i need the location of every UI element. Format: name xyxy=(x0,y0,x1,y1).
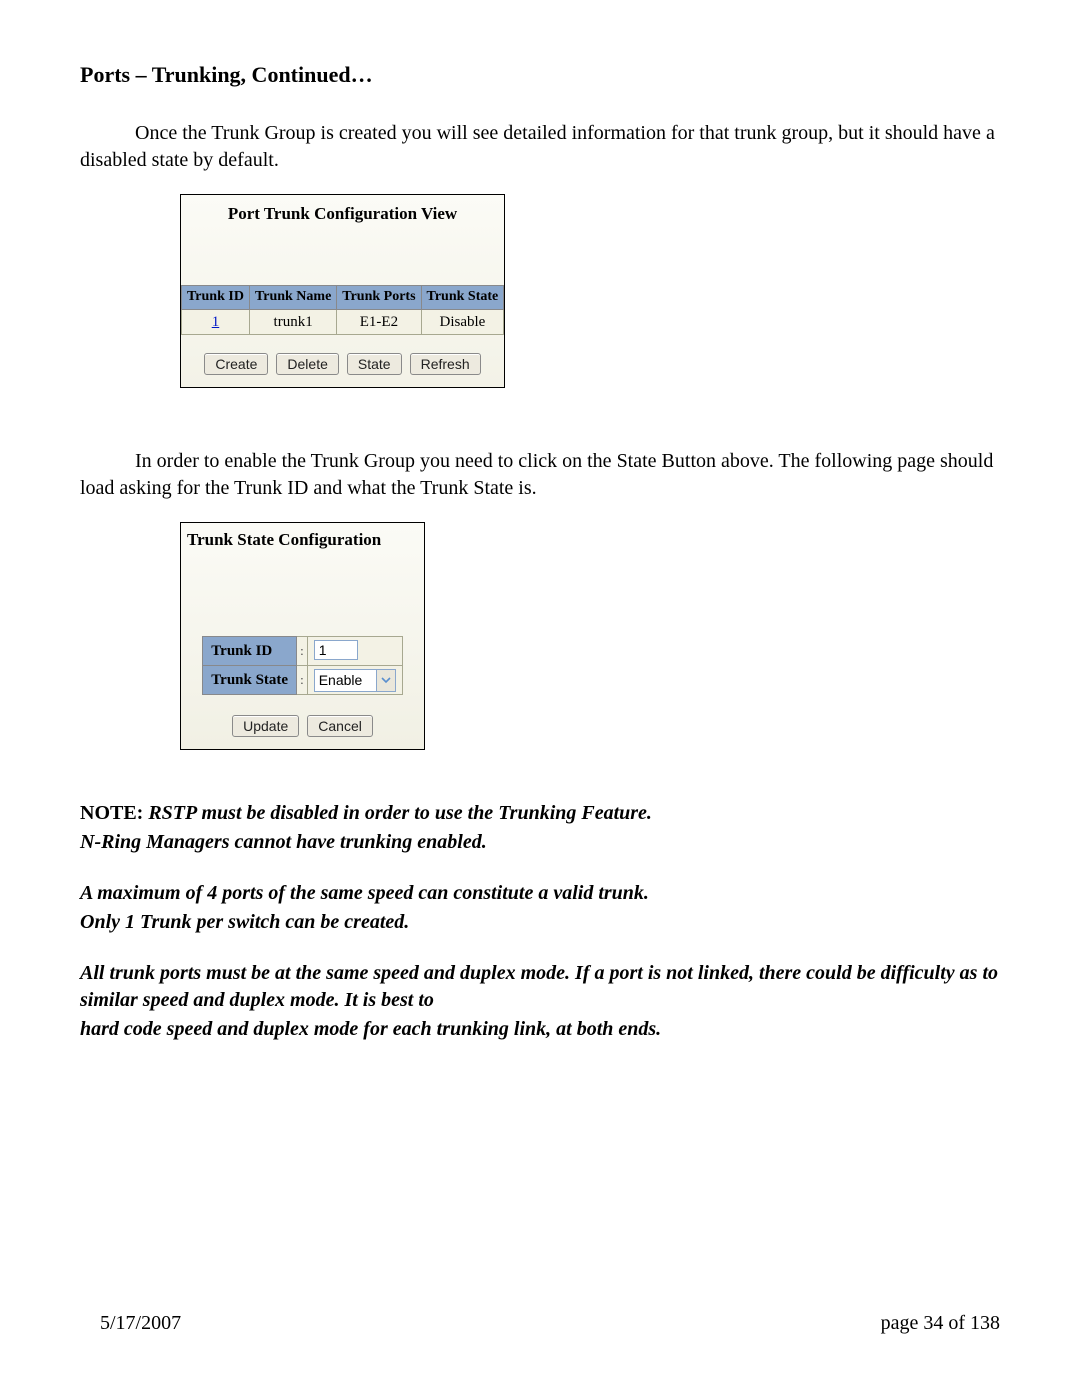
intro-paragraph-1: Once the Trunk Group is created you will… xyxy=(80,120,1000,174)
update-button[interactable]: Update xyxy=(232,715,299,737)
colon: : xyxy=(297,636,308,665)
state-button[interactable]: State xyxy=(347,353,402,375)
cancel-button[interactable]: Cancel xyxy=(307,715,373,737)
refresh-button[interactable]: Refresh xyxy=(410,353,481,375)
chevron-down-icon[interactable] xyxy=(376,669,396,692)
cell-trunk-ports: E1-E2 xyxy=(337,309,421,334)
label-trunk-id: Trunk ID xyxy=(203,636,297,665)
note-line3: A maximum of 4 ports of the same speed c… xyxy=(80,880,1000,907)
trunk-state-config-panel: Trunk State Configuration Trunk ID : Tru… xyxy=(180,522,425,750)
col-trunk-ports: Trunk Ports xyxy=(337,285,421,309)
panel1-title: Port Trunk Configuration View xyxy=(181,195,504,230)
panel2-title: Trunk State Configuration xyxy=(181,523,424,556)
note-label: NOTE: xyxy=(80,802,148,824)
create-button[interactable]: Create xyxy=(204,353,268,375)
col-trunk-state: Trunk State xyxy=(421,285,504,309)
note-line4: Only 1 Trunk per switch can be created. xyxy=(80,909,1000,936)
colon: : xyxy=(297,665,308,694)
col-trunk-id: Trunk ID xyxy=(182,285,250,309)
trunk-state-select[interactable]: Enable xyxy=(314,669,376,692)
note-line6: hard code speed and duplex mode for each… xyxy=(80,1016,1000,1043)
cell-trunk-name: trunk1 xyxy=(249,309,336,334)
note-line5: All trunk ports must be at the same spee… xyxy=(80,960,1000,1014)
intro-paragraph-2: In order to enable the Trunk Group you n… xyxy=(80,448,1000,502)
trunk-id-input[interactable] xyxy=(314,640,358,660)
footer-date: 5/17/2007 xyxy=(100,1310,181,1337)
footer-page: page 34 of 138 xyxy=(881,1310,1000,1337)
cell-trunk-state: Disable xyxy=(421,309,504,334)
port-trunk-config-panel: Port Trunk Configuration View Trunk ID T… xyxy=(180,194,505,388)
trunk-table: Trunk ID Trunk Name Trunk Ports Trunk St… xyxy=(181,285,504,335)
label-trunk-state: Trunk State xyxy=(203,665,297,694)
notes: NOTE: RSTP must be disabled in order to … xyxy=(80,800,1000,1043)
table-row: 1 trunk1 E1-E2 Disable xyxy=(182,309,504,334)
trunk-state-form: Trunk ID : Trunk State : Enable xyxy=(202,636,402,696)
note-line1: RSTP must be disabled in order to use th… xyxy=(148,802,652,824)
page-heading: Ports – Trunking, Continued… xyxy=(80,60,1000,90)
trunk-id-link[interactable]: 1 xyxy=(212,314,220,330)
delete-button[interactable]: Delete xyxy=(276,353,338,375)
note-line2: N-Ring Managers cannot have trunking ena… xyxy=(80,829,1000,856)
col-trunk-name: Trunk Name xyxy=(249,285,336,309)
